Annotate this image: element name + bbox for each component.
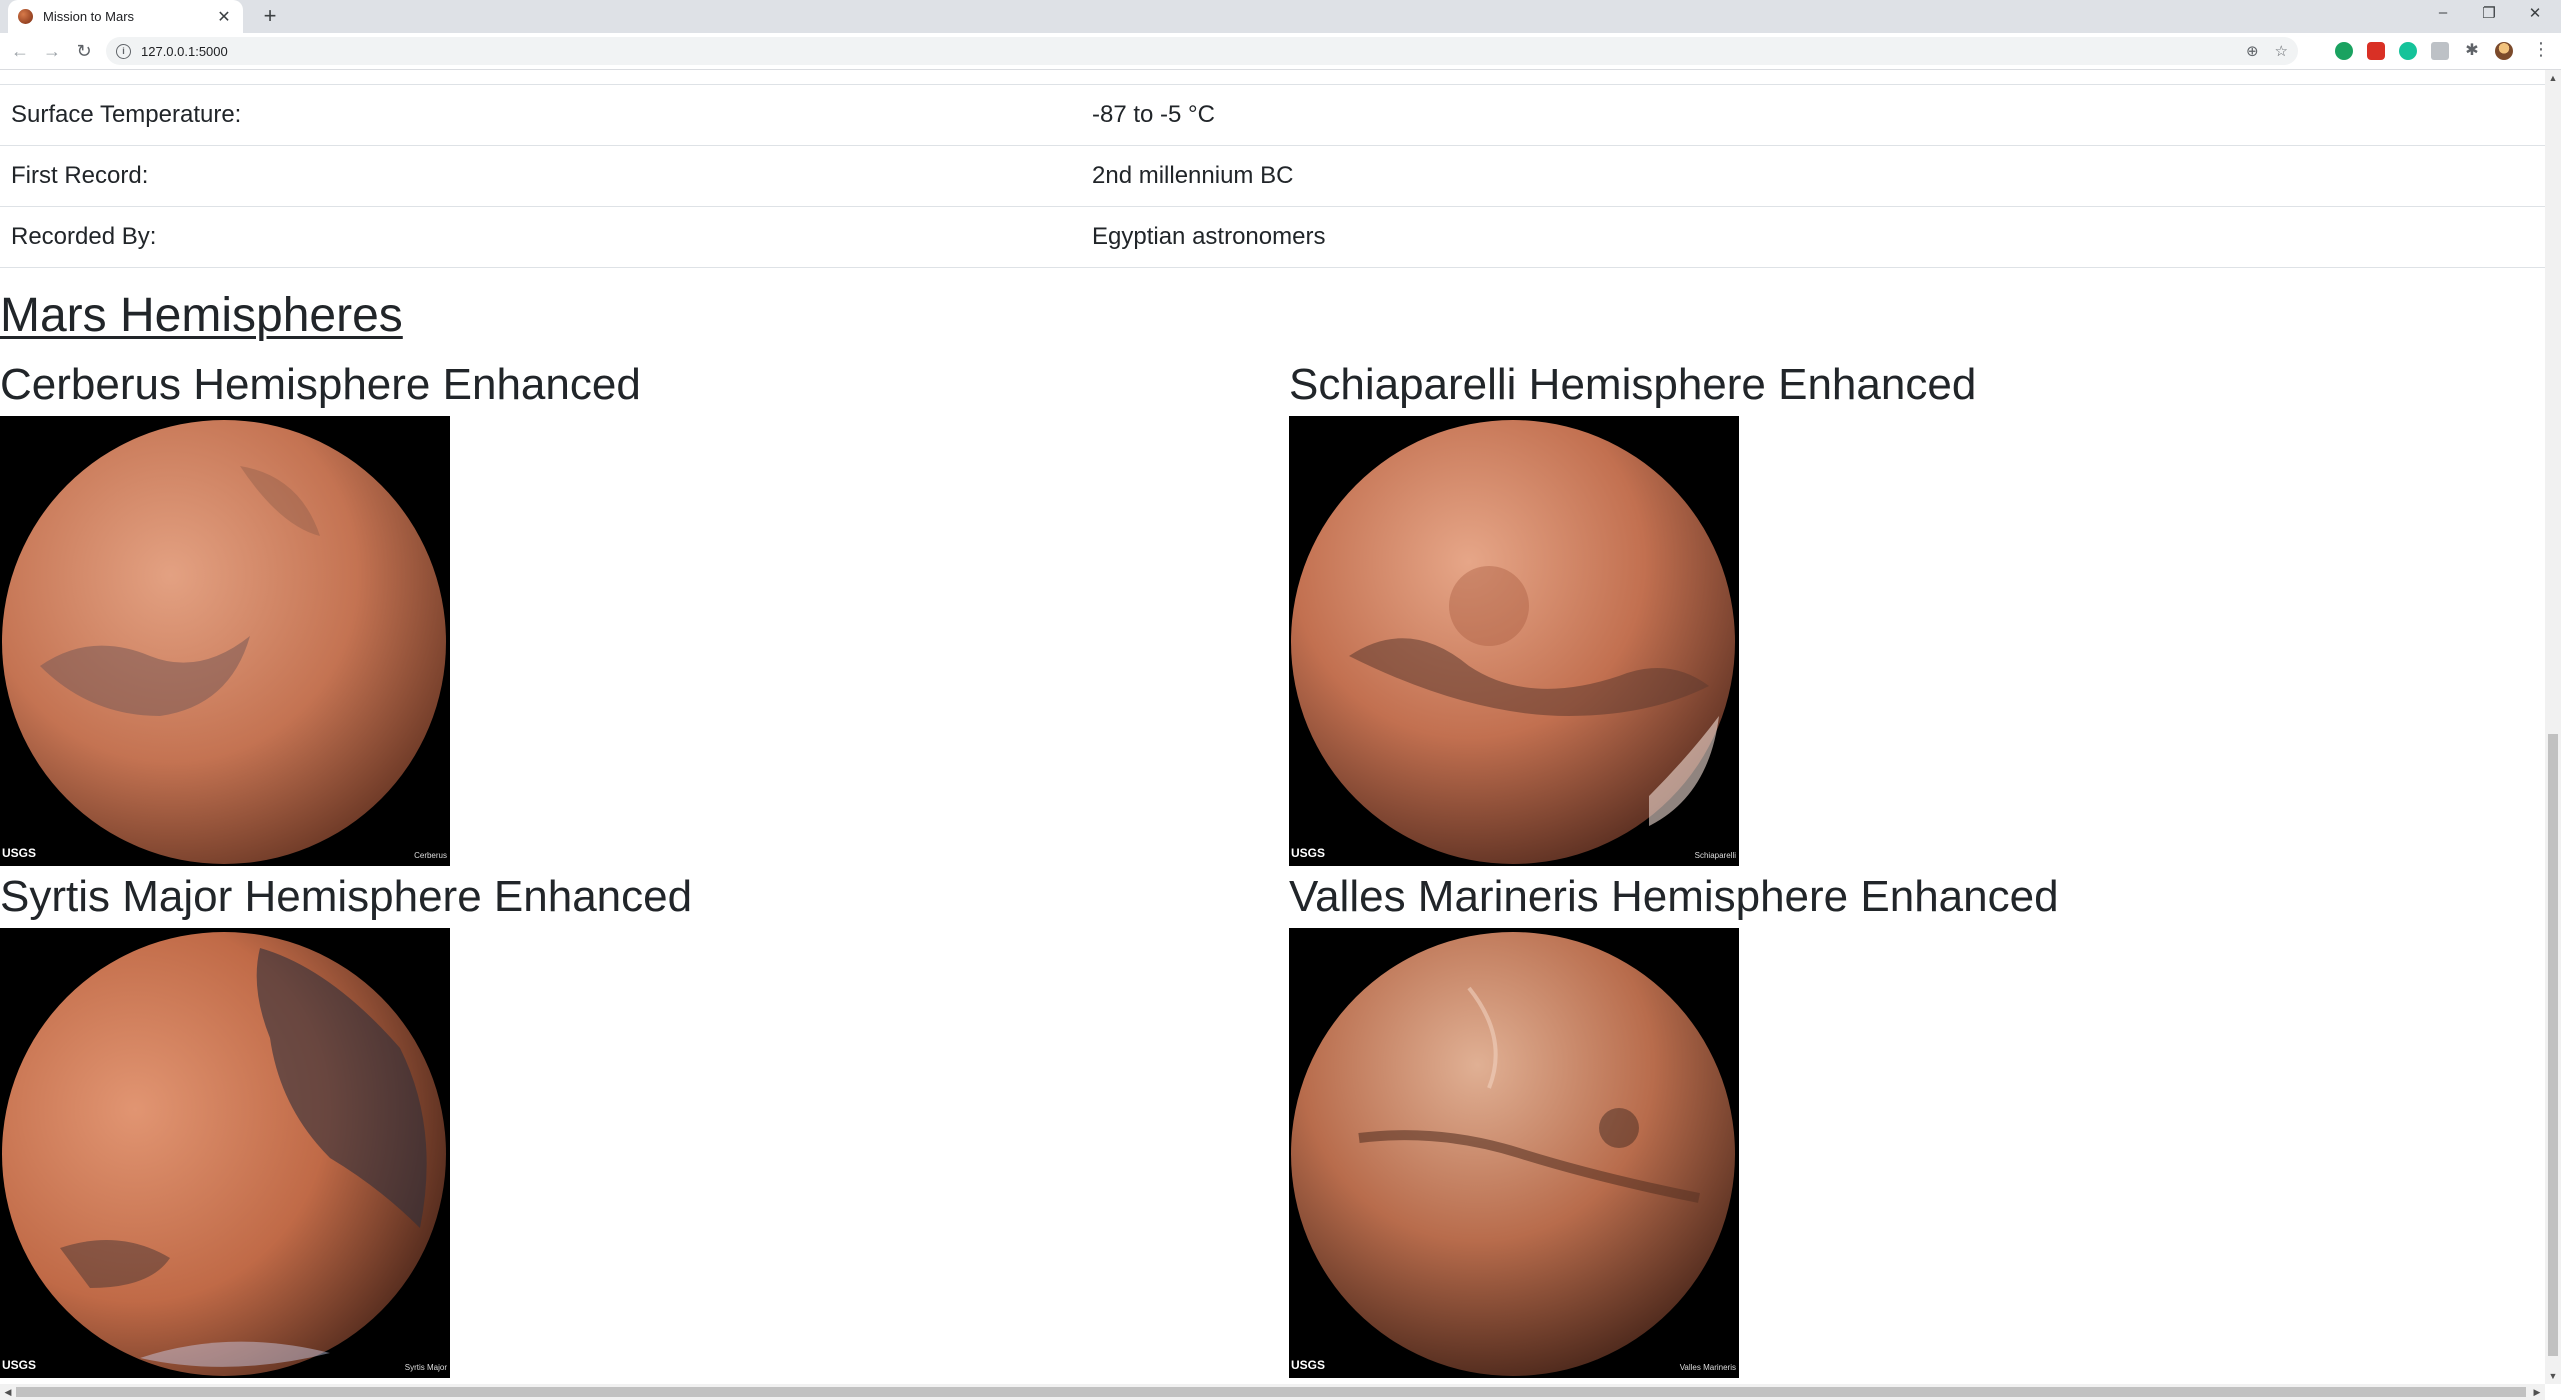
hemisphere-card-schiaparelli: Schiaparelli Hemisphere Enhanced USGS Sc…	[1289, 360, 2545, 866]
tab-strip: Mission to Mars ✕ + – ❐ ✕	[0, 0, 2561, 33]
hemisphere-title: Valles Marineris Hemisphere Enhanced	[1289, 872, 2059, 921]
mars-globe-illustration	[1291, 420, 1735, 864]
extensions-puzzle-icon[interactable]: ✱	[2463, 42, 2481, 60]
mars-globe-illustration	[2, 420, 446, 864]
mars-favicon-icon	[18, 9, 33, 24]
table-row: Recorded By: Egyptian astronomers	[0, 206, 2545, 267]
image-caption: Schiaparelli	[1694, 851, 1736, 860]
maximize-icon[interactable]: ❐	[2474, 4, 2504, 22]
hemisphere-image-cerberus[interactable]: USGS Cerberus	[0, 416, 450, 866]
hemisphere-image-syrtis-major[interactable]: USGS Syrtis Major	[0, 928, 450, 1378]
back-icon[interactable]: ←	[8, 39, 32, 63]
horizontal-scrollbar[interactable]: ◀ ▶	[0, 1384, 2545, 1400]
hemisphere-card-cerberus: Cerberus Hemisphere Enhanced USGS Cerber…	[0, 360, 1260, 866]
fact-value: Egyptian astronomers	[1092, 222, 1326, 250]
scroll-down-arrow-icon[interactable]: ▼	[2545, 1368, 2561, 1384]
extension-grammarly-icon[interactable]	[2399, 42, 2417, 60]
image-caption: Cerberus	[414, 851, 447, 860]
extension-ublock-icon[interactable]	[2367, 42, 2385, 60]
browser-tab[interactable]: Mission to Mars ✕	[8, 0, 243, 33]
mars-facts-table: Surface Temperature: -87 to -5 °C First …	[0, 70, 2545, 268]
fact-label: Recorded By:	[11, 222, 157, 250]
table-row-partial	[0, 70, 2545, 84]
bookmark-star-icon[interactable]: ☆	[2275, 42, 2288, 60]
extension-shield-icon[interactable]	[2335, 42, 2353, 60]
vertical-scroll-thumb[interactable]	[2548, 734, 2558, 1356]
horizontal-scroll-thumb[interactable]	[16, 1387, 2526, 1397]
scroll-right-arrow-icon[interactable]: ▶	[2529, 1384, 2545, 1400]
tab-close-icon[interactable]: ✕	[215, 7, 233, 27]
minimize-icon[interactable]: –	[2428, 4, 2458, 21]
url-text[interactable]: 127.0.0.1:5000	[141, 44, 2230, 59]
usgs-logo: USGS	[1291, 846, 1326, 860]
extension-generic-icon[interactable]	[2431, 42, 2449, 60]
image-caption: Syrtis Major	[404, 1363, 447, 1372]
fact-value: 2nd millennium BC	[1092, 161, 1294, 189]
reload-icon[interactable]: ↻	[72, 39, 96, 63]
scroll-up-arrow-icon[interactable]: ▲	[2545, 70, 2561, 86]
table-row: Surface Temperature: -87 to -5 °C	[0, 84, 2545, 145]
page-viewport: Surface Temperature: -87 to -5 °C First …	[0, 70, 2545, 1384]
tab-title: Mission to Mars	[43, 9, 135, 24]
zoom-icon[interactable]: ⊕	[2246, 42, 2259, 60]
profile-avatar[interactable]	[2495, 42, 2513, 60]
browser-toolbar: ← → ↻ i 127.0.0.1:5000 ⊕ ☆ ✱ ⋮	[0, 33, 2561, 70]
new-tab-button[interactable]: +	[258, 4, 282, 28]
fact-label: First Record:	[11, 161, 149, 189]
fact-label: Surface Temperature:	[11, 100, 242, 128]
hemisphere-title: Syrtis Major Hemisphere Enhanced	[0, 872, 693, 921]
image-caption: Valles Marineris	[1679, 1363, 1736, 1372]
scroll-left-arrow-icon[interactable]: ◀	[0, 1384, 16, 1400]
browser-menu-icon[interactable]: ⋮	[2532, 39, 2550, 60]
site-info-icon[interactable]: i	[116, 43, 131, 59]
table-row: First Record: 2nd millennium BC	[0, 145, 2545, 206]
hemisphere-image-schiaparelli[interactable]: USGS Schiaparelli	[1289, 416, 1739, 866]
mars-globe-illustration	[1291, 932, 1735, 1376]
usgs-logo: USGS	[1291, 1358, 1326, 1372]
section-title: Mars Hemispheres	[0, 289, 403, 342]
usgs-logo: USGS	[2, 1358, 37, 1372]
hemisphere-image-valles-marineris[interactable]: USGS Valles Marineris	[1289, 928, 1739, 1378]
hemisphere-card-syrtis-major: Syrtis Major Hemisphere Enhanced USGS Sy…	[0, 872, 1260, 1378]
mars-globe-illustration	[2, 932, 446, 1376]
hemisphere-card-valles-marineris: Valles Marineris Hemisphere Enhanced USG…	[1289, 872, 2545, 1378]
close-window-icon[interactable]: ✕	[2520, 4, 2550, 22]
fact-value: -87 to -5 °C	[1092, 100, 1215, 128]
hemisphere-title: Cerberus Hemisphere Enhanced	[0, 360, 641, 409]
vertical-scrollbar[interactable]: ▲ ▼	[2545, 70, 2561, 1384]
usgs-logo: USGS	[2, 846, 37, 860]
hemisphere-title: Schiaparelli Hemisphere Enhanced	[1289, 360, 1977, 409]
forward-icon[interactable]: →	[40, 39, 64, 63]
address-bar[interactable]: i 127.0.0.1:5000 ⊕ ☆	[106, 37, 2298, 65]
